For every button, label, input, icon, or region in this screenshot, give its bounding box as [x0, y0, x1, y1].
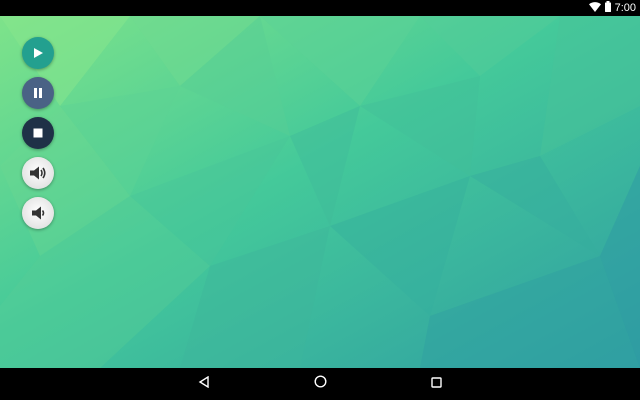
play-button[interactable]	[22, 37, 54, 69]
device-screen: 7:00	[0, 0, 640, 400]
play-icon	[32, 47, 44, 59]
pause-button[interactable]	[22, 77, 54, 109]
status-icons: 7:00	[588, 0, 636, 17]
stop-icon	[32, 127, 44, 139]
media-controls	[22, 37, 54, 229]
wifi-icon	[588, 0, 601, 17]
pause-icon	[32, 87, 44, 99]
volume-up-button[interactable]	[22, 157, 54, 189]
recents-icon	[430, 375, 442, 393]
status-time: 7:00	[614, 2, 636, 14]
recents-button[interactable]	[416, 368, 456, 400]
navigation-bar	[0, 368, 640, 400]
back-button[interactable]	[184, 368, 224, 400]
back-icon	[198, 375, 210, 393]
volume-up-icon	[29, 165, 47, 181]
wallpaper	[0, 16, 640, 368]
battery-icon	[604, 0, 611, 17]
home-button[interactable]	[300, 368, 340, 400]
volume-down-button[interactable]	[22, 197, 54, 229]
home-icon	[313, 375, 327, 393]
stop-button[interactable]	[22, 117, 54, 149]
volume-down-icon	[30, 205, 46, 221]
status-bar: 7:00	[0, 0, 640, 16]
